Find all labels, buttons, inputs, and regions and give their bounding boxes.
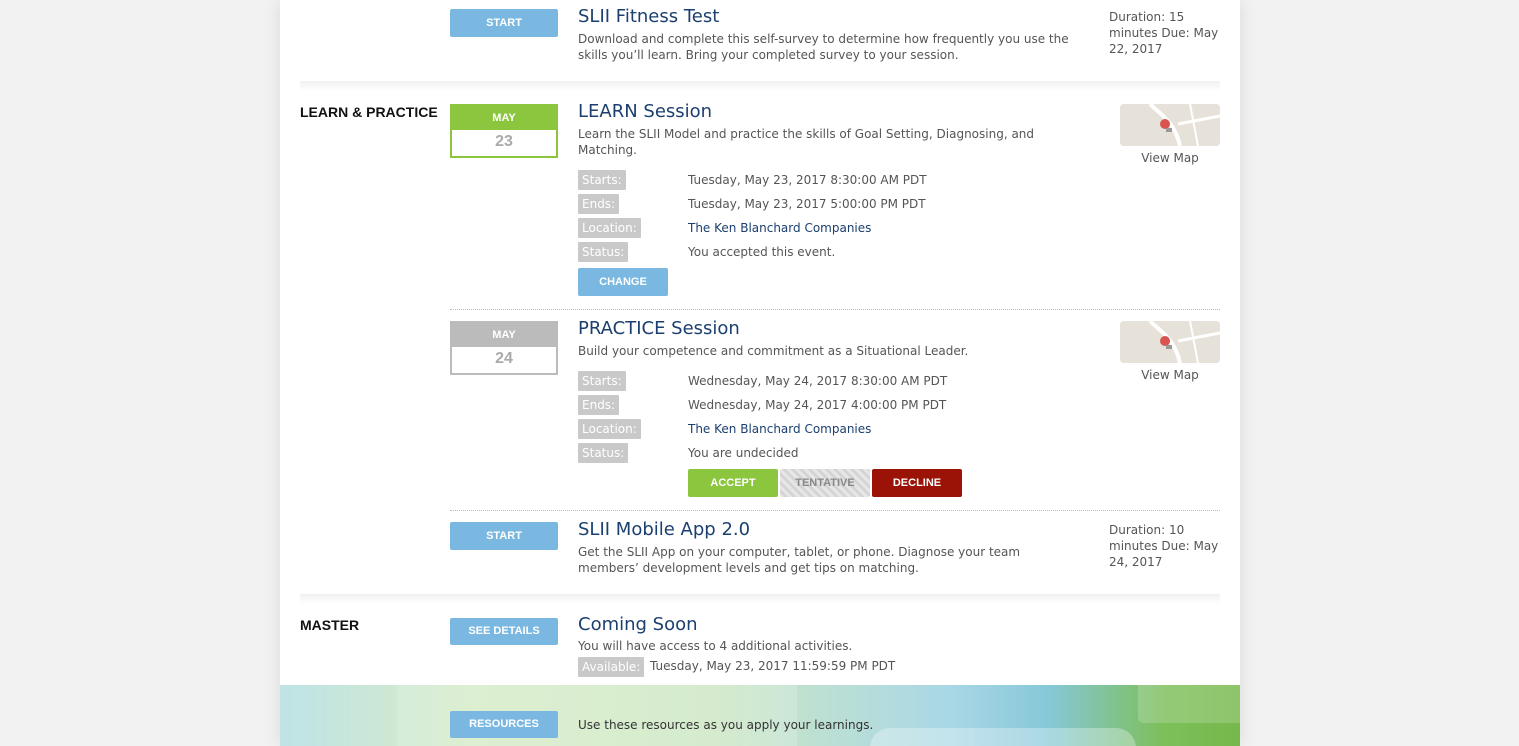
section-divider — [300, 594, 1220, 604]
practice-view-map-link[interactable]: View Map — [1120, 368, 1220, 382]
practice-description: Build your competence and commitment as … — [578, 344, 969, 358]
section-divider — [300, 81, 1220, 91]
item-separator — [450, 510, 1220, 511]
learn-ends-value: Tuesday, May 23, 2017 5:00:00 PM PDT — [688, 197, 926, 211]
practice-ends-value: Wednesday, May 24, 2017 4:00:00 PM PDT — [688, 398, 947, 412]
learn-date-day: 23 — [495, 133, 513, 150]
learn-location-link[interactable]: The Ken Blanchard Companies — [688, 218, 871, 238]
mobile-app-title[interactable]: SLII Mobile App 2.0 — [578, 519, 750, 540]
fitness-title[interactable]: SLII Fitness Test — [578, 6, 719, 27]
master-title[interactable]: Coming Soon — [578, 614, 698, 635]
practice-location-label: Location: — [578, 419, 641, 439]
learn-date-month: MAY — [452, 106, 556, 130]
tentative-button[interactable]: TENTATIVE — [780, 469, 870, 497]
learn-date-badge: MAY 23 — [450, 104, 558, 158]
item-separator — [450, 309, 1220, 310]
activities-page: START SLII Fitness Test Download and com… — [280, 0, 1240, 746]
practice-date-badge: MAY 24 — [450, 321, 558, 375]
learn-status-value: You accepted this event. — [688, 245, 836, 259]
mobile-app-description: Get the SLII App on your computer, table… — [578, 545, 1021, 575]
stage-label-master: MASTER — [300, 617, 360, 633]
practice-starts-label: Starts: — [578, 371, 626, 391]
learn-starts-value: Tuesday, May 23, 2017 8:30:00 AM PDT — [688, 173, 927, 187]
map-image — [1120, 104, 1220, 146]
available-value: Tuesday, May 23, 2017 11:59:59 PM PDT — [650, 659, 896, 673]
learn-change-button[interactable]: CHANGE — [578, 268, 668, 296]
resources-text: Use these resources as you apply your le… — [578, 718, 874, 732]
decline-button[interactable]: DECLINE — [872, 469, 962, 497]
resources-button[interactable]: RESOURCES — [450, 711, 558, 738]
practice-ends-label: Ends: — [578, 395, 620, 415]
map-image — [1120, 321, 1220, 363]
learn-map-thumbnail[interactable] — [1120, 104, 1220, 146]
learn-view-map-link[interactable]: View Map — [1120, 151, 1220, 165]
fitness-start-button[interactable]: START — [450, 9, 558, 37]
fitness-duration: Duration: 15 minutes Due: May 22, 2017 — [1109, 10, 1219, 56]
resources-banner: RESOURCES Use these resources as you app… — [280, 685, 1240, 746]
learn-ends-label: Ends: — [578, 194, 620, 214]
learn-title[interactable]: LEARN Session — [578, 101, 712, 122]
accept-button[interactable]: ACCEPT — [688, 469, 778, 497]
mobile-app-duration: Duration: 10 minutes Due: May 24, 2017 — [1109, 523, 1219, 569]
practice-status-value: You are undecided — [688, 446, 799, 460]
practice-location-link[interactable]: The Ken Blanchard Companies — [688, 419, 871, 439]
fitness-description: Download and complete this self-survey t… — [578, 32, 1069, 62]
practice-map-thumbnail[interactable] — [1120, 321, 1220, 363]
banner-shape — [1138, 685, 1240, 723]
master-description: You will have access to 4 additional act… — [578, 639, 853, 653]
learn-starts-label: Starts: — [578, 170, 626, 190]
learn-status-label: Status: — [578, 242, 629, 262]
practice-status-label: Status: — [578, 443, 629, 463]
practice-date-day: 24 — [495, 350, 513, 367]
practice-title[interactable]: PRACTICE Session — [578, 318, 740, 339]
stage-label-learn-practice: LEARN & PRACTICE — [300, 104, 438, 120]
practice-starts-value: Wednesday, May 24, 2017 8:30:00 AM PDT — [688, 374, 948, 388]
available-label: Available: — [578, 657, 645, 677]
learn-description: Learn the SLII Model and practice the sk… — [578, 127, 1035, 157]
see-details-button[interactable]: SEE DETAILS — [450, 618, 558, 645]
mobile-app-start-button[interactable]: START — [450, 522, 558, 550]
learn-location-label: Location: — [578, 218, 641, 238]
practice-date-month: MAY — [452, 323, 556, 347]
